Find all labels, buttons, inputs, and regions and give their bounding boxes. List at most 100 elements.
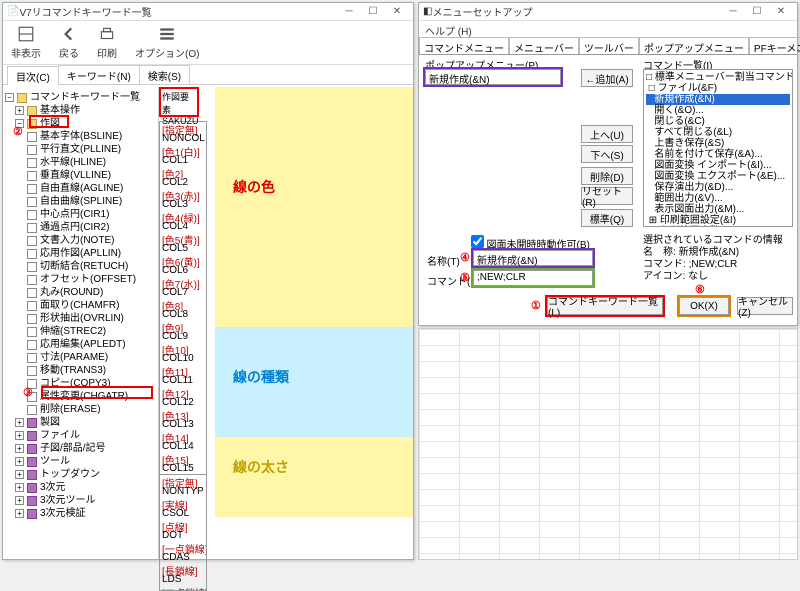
tree-group[interactable]: 製図 [40,416,60,429]
tree-item[interactable]: 文書入力(NOTE) [40,234,114,247]
tree-item[interactable]: 垂直線(VLLINE) [40,169,111,182]
menu-setup-window: ◧ メニューセットアップ ─ ☐ ✕ ヘルプ (H) コマンドメニューメニューバ… [418,2,798,326]
minimize-icon[interactable]: ─ [721,4,745,20]
rtree-item[interactable]: 新規作成(&N) [646,94,790,105]
doc-icon: 📄 [7,6,19,17]
tree-group[interactable]: 3次元 [40,481,66,494]
tab-toc[interactable]: 目次(C) [7,66,59,85]
tree-group[interactable]: 子図/部品/記号 [40,442,106,455]
rtab-3[interactable]: ポップアップメニュー [639,37,749,54]
tree-item[interactable]: 基本字体(BSLINE) [40,130,122,143]
popup-field[interactable]: 新規作成(&N) [425,69,561,85]
rtree-item[interactable]: 保存演出力(&D)... [646,182,790,193]
tree-item[interactable]: 自由曲線(SPLINE) [40,195,122,208]
tree-draw[interactable]: 作図 [40,117,60,130]
hide-button[interactable]: 非表示 [11,25,41,60]
rtab-2[interactable]: ツールバー [579,37,639,54]
tree-item[interactable]: 面取り(CHAMFR) [40,299,119,312]
down-button[interactable]: 下へ(S) [581,145,633,163]
tree-item[interactable]: コピー(COPY3) [40,377,111,390]
options-button[interactable]: オプション(O) [135,25,199,60]
right-title: メニューセットアップ [432,4,532,19]
maximize-icon[interactable]: ☐ [745,4,769,20]
tree-item[interactable]: 平行直文(PLLINE) [40,143,121,156]
rtree-item[interactable]: ⊞ 印刷範囲設定(&I) [646,215,790,226]
close-icon[interactable]: ✕ [769,4,793,20]
tree-group[interactable]: ファイル [40,429,80,442]
tree-item[interactable]: 寸法(PARAME) [40,351,108,364]
tree-item[interactable]: 丸み(ROUND) [40,286,103,299]
tab-keyword[interactable]: キーワード(N) [58,65,140,84]
tree-group[interactable]: ツール [40,455,70,468]
cmdkeyword-list-button[interactable]: コマンドキーワード一覧(L) [547,297,663,315]
right-menubar[interactable]: ヘルプ (H) [419,21,797,37]
rtab-0[interactable]: コマンドメニュー [419,37,509,54]
tab-search[interactable]: 検索(S) [139,65,190,84]
tree-item[interactable]: オフセット(OFFSET) [40,273,136,286]
rtree-item[interactable]: 図面変換 エクスポート(&E)... [646,171,790,182]
rtree-item[interactable]: すべて閉じる(&L) [646,127,790,138]
print-button[interactable]: 印刷 [97,25,117,60]
command-list-tree[interactable]: □ 標準メニューバー割当コマンド □ ファイル(&F) 新規作成(&N) 開く(… [643,69,793,227]
reset-button[interactable]: リセット(R) [581,187,633,205]
auto-checkbox[interactable] [471,235,484,248]
tree-basic[interactable]: 基本操作 [40,104,80,117]
ok-button[interactable]: OK(X) [679,297,729,315]
cmd-field[interactable]: ;NEW;CLR [473,270,593,286]
label-line-width: 線の太さ [233,457,289,477]
right-titlebar: ◧ メニューセットアップ ─ ☐ ✕ [419,3,797,21]
tree-item[interactable]: 応用作図(APLLIN) [40,247,121,260]
tree-item[interactable]: 切断結合(RETUCH) [40,260,128,273]
rtree-item[interactable]: 開く(&O)... [646,105,790,116]
middle-column: 作図要素 SAKUZU [指定無]NONCOL[色1(白)]COL1[色2]CO… [159,87,215,559]
rtree-item[interactable]: 上書き保存(&S) [646,138,790,149]
label-line-type: 線の種類 [233,367,289,387]
name-label: 名称(T) [427,253,460,268]
add-button[interactable]: ←追加(A) [581,69,633,87]
rtree-item[interactable]: ⊞ 印刷範囲奇数(&Y) [646,226,790,227]
tree-item[interactable]: 属性変更(CHGATR) [40,390,128,403]
rtab-4[interactable]: PFキーメニュー [749,37,800,54]
left-toolbar: 非表示 戻る 印刷 オプション(O) [3,21,413,65]
tree-item[interactable]: 水平線(HLINE) [40,156,106,169]
tree-item[interactable]: 自由直線(AGLINE) [40,182,123,195]
tree-group[interactable]: 3次元検証 [40,507,86,520]
annotation-2: ② [13,125,23,138]
rtree-item[interactable]: 名前を付けて保存(&A)... [646,149,790,160]
back-button[interactable]: 戻る [59,25,79,60]
rtree-item[interactable]: 閉じる(&C) [646,116,790,127]
cancel-button[interactable]: キャンセル(Z) [737,297,793,315]
left-title: V7リコマンドキーワード一覧 [19,4,151,19]
close-icon[interactable]: ✕ [385,4,409,20]
band-column: 線の色 線の種類 線の太さ [215,87,413,559]
tree-item[interactable]: 削除(ERASE) [40,403,101,416]
tree-item[interactable]: 通過点円(CIR2) [40,221,109,234]
tree-item[interactable]: 移動(TRANS3) [40,364,106,377]
name-field[interactable]: 新規作成(&N) [473,250,593,266]
rtree-item[interactable]: □ ファイル(&F) [646,83,790,94]
annotation-4: ④ [460,251,470,264]
attribute-list[interactable]: [指定無]NONCOL[色1(白)]COL1[色2]COL2[色3(赤)]COL… [159,121,207,591]
command-tree[interactable]: −コマンドキーワード一覧 +基本操作 −作図 基本字体(BSLINE)平行直文(… [3,87,159,559]
annotation-6: ⑥ [695,283,705,296]
rtree-item[interactable]: 図面変換 インポート(&I)... [646,160,790,171]
tree-group[interactable]: トップダウン [40,468,100,481]
std-button[interactable]: 標準(Q) [581,209,633,227]
tree-item[interactable]: 応用編集(APLEDT) [40,338,126,351]
up-button[interactable]: 上へ(U) [581,125,633,143]
rtree-item[interactable]: □ 標準メニューバー割当コマンド [646,72,790,83]
label-line-color: 線の色 [233,177,275,197]
annotation-1: ① [531,299,541,312]
rtab-1[interactable]: メニューバー [509,37,579,54]
tree-item[interactable]: 伸縮(STREC2) [40,325,106,338]
annotation-5: ⑤ [460,271,470,284]
rtree-item[interactable]: 範囲出力(&V)... [646,193,790,204]
maximize-icon[interactable]: ☐ [361,4,385,20]
tree-root[interactable]: コマンドキーワード一覧 [30,91,140,104]
tree-item[interactable]: 中心点円(CIR1) [40,208,109,221]
minimize-icon[interactable]: ─ [337,4,361,20]
rtree-item[interactable]: 表示図面出力(&M)... [646,204,790,215]
left-titlebar: 📄 V7リコマンドキーワード一覧 ─ ☐ ✕ [3,3,413,21]
tree-item[interactable]: 形状抽出(OVRLIN) [40,312,124,325]
tree-group[interactable]: 3次元ツール [40,494,96,507]
